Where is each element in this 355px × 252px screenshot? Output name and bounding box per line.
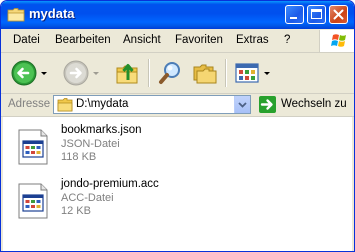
window-title: mydata (29, 6, 75, 21)
file-icon (18, 183, 48, 219)
search-icon (159, 62, 180, 84)
folder-up-button[interactable] (115, 59, 141, 87)
address-label: Adresse (8, 98, 51, 110)
folders-button[interactable] (191, 59, 219, 87)
address-input[interactable]: D:\mydata (53, 95, 251, 114)
file-type: ACC-Datei (61, 192, 114, 204)
file-size: 12 KB (61, 205, 91, 217)
address-dropdown-button[interactable] (234, 96, 250, 113)
file-list: bookmarks.json JSON-Datei 118 KB jondo-p… (3, 117, 352, 251)
forward-button[interactable] (63, 59, 99, 87)
back-button[interactable] (11, 59, 47, 87)
file-type: JSON-Datei (61, 138, 120, 150)
folder-up-icon (116, 64, 138, 84)
menu-favoriten[interactable]: Favoriten (175, 34, 223, 46)
close-button[interactable] (329, 5, 348, 24)
folder-icon (57, 98, 73, 112)
file-icon (18, 129, 48, 165)
views-button[interactable] (233, 59, 273, 87)
minimize-button[interactable] (285, 5, 304, 24)
toolbar-separator (225, 59, 227, 87)
explorer-window: mydata Datei Bearbeiten Ansicht Favorite… (0, 0, 355, 252)
menu-help[interactable]: ? (284, 34, 290, 46)
go-button[interactable] (259, 96, 276, 113)
windows-flag-icon (331, 34, 346, 47)
title-bar[interactable]: mydata (1, 1, 354, 29)
menu-bearbeiten[interactable]: Bearbeiten (55, 34, 111, 46)
views-icon (235, 63, 259, 83)
maximize-icon (311, 9, 322, 19)
maximize-button[interactable] (307, 5, 326, 24)
minimize-icon (290, 17, 297, 19)
address-path: D:\mydata (76, 98, 129, 110)
forward-icon (63, 60, 89, 86)
menu-datei[interactable]: Datei (13, 34, 40, 46)
go-label[interactable]: Wechseln zu (281, 98, 347, 110)
close-icon (333, 9, 344, 20)
windows-logo (319, 30, 354, 52)
list-item[interactable]: jondo-premium.acc ACC-Datei 12 KB (13, 177, 333, 225)
folder-icon (7, 8, 25, 22)
file-name: bookmarks.json (61, 124, 142, 136)
file-name: jondo-premium.acc (61, 178, 159, 190)
back-icon (11, 60, 37, 86)
toolbar-separator (148, 59, 150, 87)
search-button[interactable] (157, 59, 185, 87)
list-item[interactable]: bookmarks.json JSON-Datei 118 KB (13, 123, 333, 171)
menu-bar: Datei Bearbeiten Ansicht Favoriten Extra… (1, 30, 354, 53)
menu-ansicht[interactable]: Ansicht (123, 34, 161, 46)
folders-icon (193, 64, 217, 84)
menu-extras[interactable]: Extras (236, 34, 269, 46)
file-size: 118 KB (61, 151, 97, 163)
chevron-down-icon (238, 102, 247, 108)
toolbar (1, 53, 354, 94)
address-bar: Adresse D:\mydata Wechseln zu (1, 94, 354, 117)
arrow-right-icon (260, 99, 273, 110)
